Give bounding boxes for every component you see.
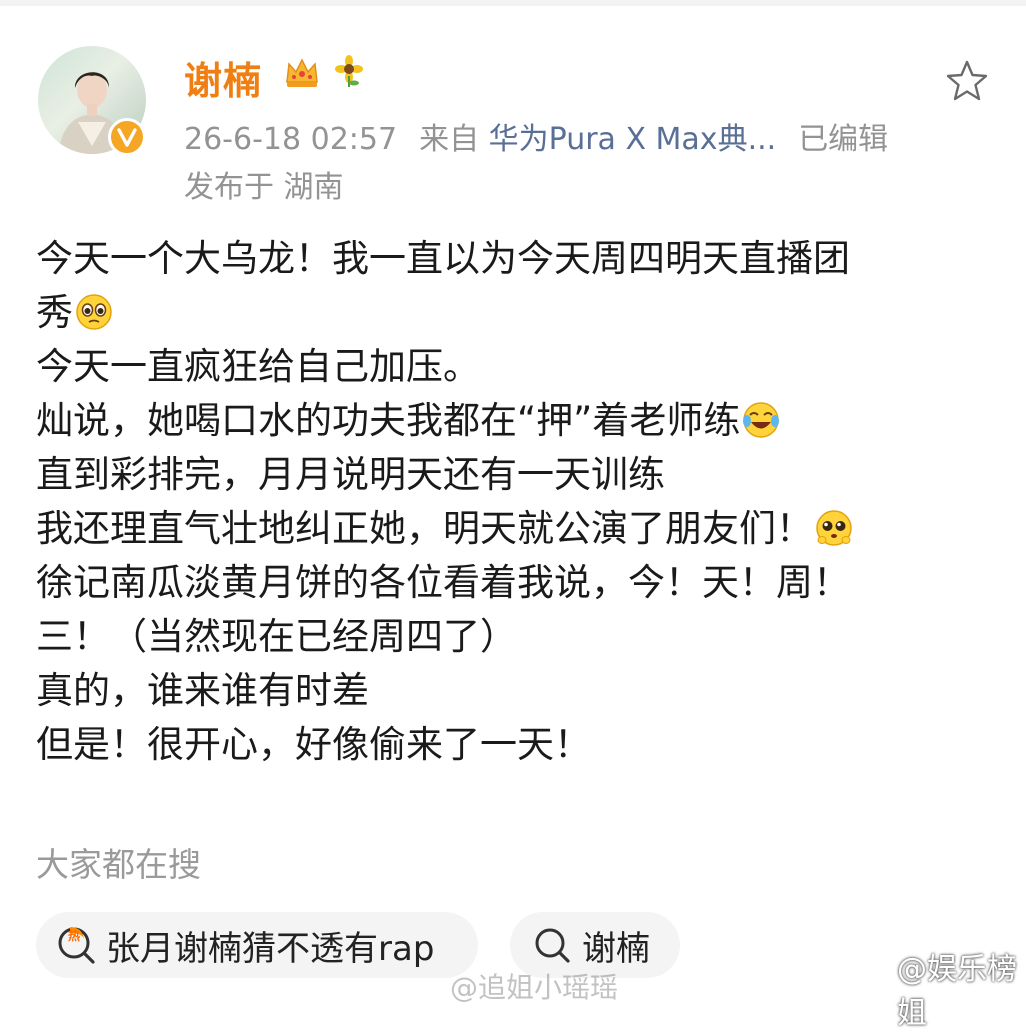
content-line-with-emoji: 我还理直气壮地纠正她，明天就公演了朋友们！: [36, 502, 996, 556]
teary-face-emoji-icon: [76, 294, 112, 330]
faint-watermark: @追姐小瑶瑶: [450, 971, 619, 1004]
search-icon: [535, 928, 570, 963]
watermark-text: @娱乐榜姐: [896, 952, 1017, 1031]
username[interactable]: 谢楠: [184, 50, 262, 105]
search-chip-label: 谢楠: [582, 928, 650, 969]
trending-search-heading: 大家都在搜: [36, 845, 201, 884]
post-meta: 26-6-18 02:57 来自 华为Pura X Max典... 已编辑: [184, 114, 888, 158]
hot-search-icon: 热: [58, 927, 95, 964]
weibo-logo-icon: [862, 977, 891, 1000]
content-line: 真的，谁来谁有时差: [36, 669, 369, 712]
content-line: 秀: [36, 291, 73, 334]
content-line: 我还理直气壮地纠正她，明天就公演了朋友们！: [36, 507, 813, 550]
laughing-tears-emoji-icon: [743, 402, 780, 438]
top-divider: [0, 0, 1026, 6]
post-location: 发布于 湖南: [184, 170, 344, 205]
content-line: 直到彩排完，月月说明天还有一天训练: [36, 453, 665, 496]
source-prefix: 来自: [419, 122, 480, 157]
post-timestamp: 26-6-18 02:57: [184, 122, 398, 157]
content-line: 但是！很开心，好像偷来了一天！: [36, 723, 591, 766]
content-line-with-emoji: 灿说，她喝口水的功夫我都在“押”着老师练: [36, 394, 996, 448]
content-line: 今天一个大乌龙！我一直以为今天周四明天直播团: [36, 237, 850, 280]
post-content: 今天一个大乌龙！我一直以为今天周四明天直播团 秀 今天一直疯狂给自己加压。 灿说…: [36, 232, 996, 772]
content-line: 今天一直疯狂给自己加压。: [36, 345, 480, 388]
content-line: 徐记南瓜淡黄月饼的各位看着我说，今！天！周！: [36, 561, 850, 604]
verified-badge-icon: [108, 118, 146, 156]
sunflower-icon: [335, 55, 363, 87]
favorite-star-icon[interactable]: [944, 58, 990, 104]
watermark: @娱乐榜姐: [862, 944, 1026, 1032]
svg-text:热: 热: [68, 928, 80, 943]
content-line: 三！（当然现在已经周四了）: [36, 615, 517, 658]
pleading-face-emoji-icon: [816, 510, 852, 546]
content-line: 灿说，她喝口水的功夫我都在“押”着老师练: [36, 399, 741, 442]
trending-search-chip[interactable]: 热 张月谢楠猜不透有rap: [36, 912, 478, 978]
crown-icon: [286, 58, 318, 87]
trending-search-label: 张月谢楠猜不透有rap: [106, 928, 435, 969]
content-line-with-emoji: 秀: [36, 286, 996, 340]
edited-label[interactable]: 已编辑: [798, 122, 888, 157]
source-device-link[interactable]: 华为Pura X Max典...: [489, 122, 777, 157]
